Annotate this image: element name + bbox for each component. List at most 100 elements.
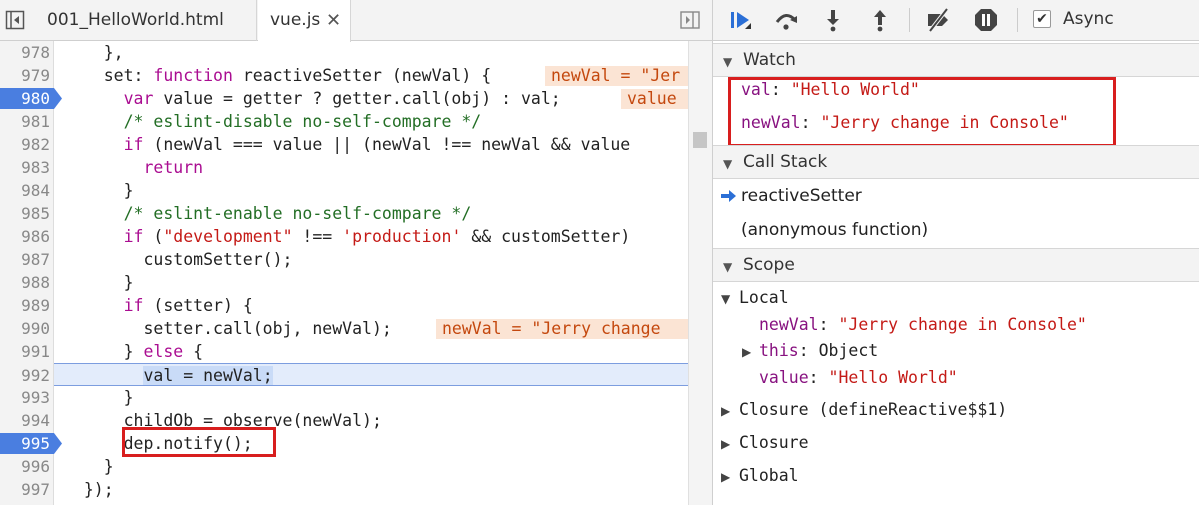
line-number[interactable]: 985 (0, 202, 50, 225)
step-over-icon[interactable] (773, 7, 799, 33)
code-line[interactable]: 985 /* eslint-enable no-self-compare */ (0, 202, 712, 225)
code-text[interactable]: } else { (64, 340, 204, 363)
line-number[interactable]: 994 (0, 409, 50, 432)
code-line[interactable]: 978 }, (0, 41, 712, 64)
code-text[interactable]: } (64, 271, 134, 294)
code-text[interactable]: } (64, 386, 134, 409)
code-line[interactable]: 995 dep.notify(); (0, 432, 712, 455)
code-line[interactable]: 993 } (0, 386, 712, 409)
scope-closure-group[interactable]: Closure (defineReactive$$1) (739, 400, 1007, 419)
call-stack-frame[interactable]: (anonymous function) (741, 220, 928, 240)
code-text[interactable]: }); (64, 478, 114, 501)
call-stack-title: Call Stack (743, 152, 828, 172)
line-number[interactable]: 988 (0, 271, 50, 294)
step-into-icon[interactable] (820, 7, 846, 33)
editor-tab-bar: 001_HelloWorld.html vue.js ✕ (0, 0, 712, 42)
scope-closure-group[interactable]: Closure (739, 433, 809, 452)
tab-label: vue.js (270, 10, 321, 30)
code-line[interactable]: 982 if (newVal === value || (newVal !== … (0, 133, 712, 156)
line-number[interactable]: 997 (0, 478, 50, 501)
deactivate-breakpoints-icon[interactable] (925, 7, 951, 33)
line-number[interactable]: 980 (0, 87, 50, 110)
code-text[interactable]: /* eslint-disable no-self-compare */ (64, 110, 482, 133)
line-number[interactable]: 993 (0, 386, 50, 409)
code-text[interactable]: set: function reactiveSetter (newVal) { (64, 64, 491, 87)
code-line[interactable]: 996 } (0, 455, 712, 478)
code-text[interactable]: if (setter) { (64, 294, 253, 317)
line-number[interactable]: 986 (0, 225, 50, 248)
code-line[interactable]: 981 /* eslint-disable no-self-compare */ (0, 110, 712, 133)
code-line[interactable]: 987 customSetter(); (0, 248, 712, 271)
expand-triangle-icon[interactable]: ▶ (742, 345, 751, 359)
line-number[interactable]: 982 (0, 133, 50, 156)
code-editor[interactable]: 978 }, 979 set: function reactiveSetter (… (0, 41, 712, 505)
step-out-icon[interactable] (867, 7, 893, 33)
code-text[interactable]: } (64, 455, 114, 478)
highlight-box-dep-notify (122, 427, 276, 457)
code-text[interactable]: return (64, 156, 203, 179)
scope-variable[interactable]: newVal: "Jerry change in Console" (759, 315, 1087, 334)
line-number[interactable]: 989 (0, 294, 50, 317)
code-text[interactable]: if ("development" !== 'production' && cu… (64, 225, 631, 248)
code-line[interactable]: 979 set: function reactiveSetter (newVal… (0, 64, 712, 87)
code-text[interactable]: } (64, 179, 134, 202)
pause-on-exceptions-icon[interactable] (973, 7, 999, 33)
scope-variable[interactable]: value: "Hello World" (759, 368, 958, 387)
code-text[interactable]: /* eslint-enable no-self-compare */ (64, 202, 472, 225)
code-line[interactable]: 994 childOb = observe(newVal); (0, 409, 712, 432)
code-text[interactable]: if (newVal === value || (newVal !== newV… (64, 133, 631, 156)
scope-section-header[interactable]: ▼ Scope (713, 248, 1199, 282)
expand-triangle-icon[interactable]: ▼ (721, 292, 730, 306)
line-number[interactable]: 981 (0, 110, 50, 133)
code-text[interactable]: val = newVal; (64, 364, 273, 387)
code-line[interactable]: 992 val = newVal; (21, 363, 688, 387)
line-number[interactable]: 991 (0, 340, 50, 363)
scope-global-group[interactable]: Global (739, 466, 799, 485)
code-text[interactable]: customSetter(); (64, 248, 292, 271)
scrollbar-thumb[interactable] (693, 132, 707, 148)
code-line[interactable]: 997 }); (0, 478, 712, 501)
close-tab-icon[interactable]: ✕ (326, 0, 341, 41)
code-line[interactable]: 986 if ("development" !== 'production' &… (0, 225, 712, 248)
line-number[interactable]: 992 (0, 364, 50, 387)
line-number[interactable]: 984 (0, 179, 50, 202)
line-number[interactable]: 990 (0, 317, 50, 340)
code-line[interactable]: 980 var value = getter ? getter.call(obj… (0, 87, 712, 110)
code-line[interactable]: 990 setter.call(obj, newVal); newVal = "J… (0, 317, 712, 340)
line-number[interactable]: 996 (0, 455, 50, 478)
async-checkbox[interactable]: ✔ (1033, 10, 1051, 28)
expand-triangle-icon[interactable]: ▶ (721, 470, 730, 484)
tab-label: 001_HelloWorld.html (47, 10, 224, 30)
code-text[interactable]: }, (64, 41, 124, 64)
tab-html-file[interactable]: 001_HelloWorld.html (35, 0, 257, 41)
code-line[interactable]: 988 } (0, 271, 712, 294)
toggle-navigator-icon[interactable] (5, 10, 25, 30)
code-text[interactable]: setter.call(obj, newVal); (64, 317, 391, 340)
editor-scrollbar[interactable] (688, 41, 712, 505)
line-number[interactable]: 978 (0, 41, 50, 64)
current-frame-arrow-icon (721, 190, 736, 202)
code-line[interactable]: 983 return (0, 156, 712, 179)
debugger-toolbar: ✔ Async (713, 0, 1199, 41)
code-line[interactable]: 991 } else { (0, 340, 712, 363)
expand-triangle-icon: ▼ (723, 157, 733, 171)
code-line[interactable]: 984 } (0, 179, 712, 202)
expand-triangle-icon[interactable]: ▶ (721, 437, 730, 451)
line-number[interactable]: 995 (0, 432, 50, 455)
call-stack-frame[interactable]: reactiveSetter (741, 186, 862, 206)
scope-variable[interactable]: this: Object (759, 341, 878, 360)
line-number[interactable]: 987 (0, 248, 50, 271)
scope-title: Scope (743, 255, 795, 275)
toggle-debugger-sidebar-icon[interactable] (680, 11, 700, 29)
line-number[interactable]: 983 (0, 156, 50, 179)
scope-local-label[interactable]: Local (739, 288, 789, 307)
code-text[interactable]: var value = getter ? getter.call(obj) : … (64, 87, 561, 110)
expand-triangle-icon[interactable]: ▶ (721, 404, 730, 418)
call-stack-section-header[interactable]: ▼ Call Stack (713, 145, 1199, 179)
line-number[interactable]: 979 (0, 64, 50, 87)
tab-vue-js[interactable]: vue.js ✕ (258, 0, 351, 42)
watch-section-header[interactable]: ▼ Watch (713, 43, 1199, 77)
resume-icon[interactable] (727, 7, 753, 33)
code-line[interactable]: 989 if (setter) { (0, 294, 712, 317)
expand-triangle-icon: ▼ (723, 260, 733, 274)
